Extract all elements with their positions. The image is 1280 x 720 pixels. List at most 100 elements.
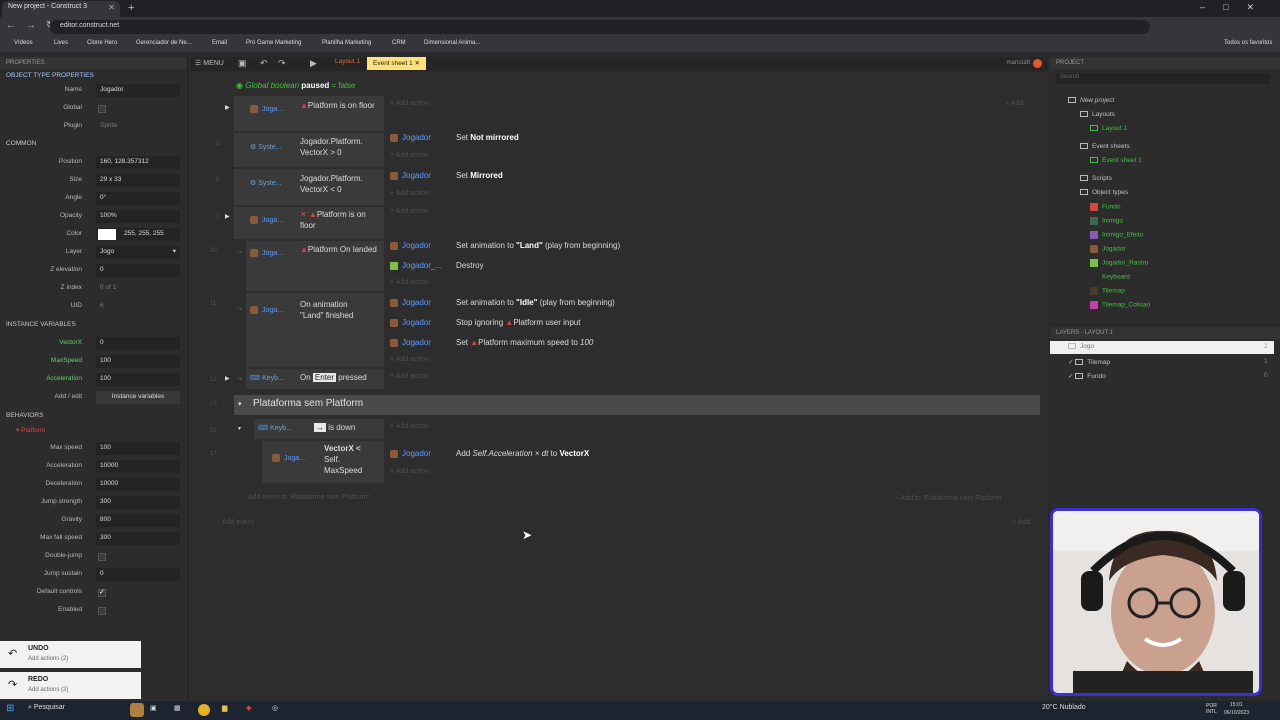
collapse-icon[interactable]: ▾ [238,400,242,408]
instance-variables-button[interactable]: Instance variables [96,391,180,404]
add-action-link[interactable]: + Add action [390,373,429,380]
tree-object[interactable]: Jogador_Rastro [1090,259,1148,267]
tree-root[interactable]: New project [1068,97,1114,104]
user-name[interactable]: marcoaft [1007,60,1030,66]
expand-icon[interactable]: ▶ [225,213,230,220]
bookmark[interactable]: Clone Hero [87,40,117,46]
action-text[interactable]: Set ▲Platform maximum speed to 100 [456,338,593,347]
action-text[interactable]: Destroy [456,261,484,270]
add-action-link[interactable]: + Add action [390,100,429,107]
expand-icon[interactable]: ▶ [225,104,230,111]
layer-select[interactable]: Jogo ▾ [96,246,180,259]
window-controls[interactable]: –□✕ [1200,2,1272,13]
redo-icon[interactable]: ↷ [278,58,286,69]
event-condition[interactable]: ⚙ Syste... Jogador.Platform. VectorX > 0 [234,133,384,167]
add-event-to-group-link[interactable]: Add event to 'Plataforma sem Platform' [248,494,369,501]
section-behaviors[interactable]: BEHAVIORS [0,409,43,423]
action[interactable]: Jogador [390,171,431,180]
default-controls-checkbox[interactable]: ✓ [98,589,106,597]
ms-field[interactable]: 100 [96,355,180,368]
add-event-link[interactable]: Add event [222,519,254,526]
layer-row[interactable]: ✓ Tilemap [1068,358,1110,366]
section-object-type[interactable]: OBJECT TYPE PROPERTIES [0,69,187,83]
color-swatch[interactable] [98,229,116,240]
clock-time[interactable]: 15:01 [1230,702,1243,708]
bookmark[interactable]: Dimensional Anima... [424,40,480,46]
global-checkbox[interactable] [98,105,106,113]
action-text[interactable]: Set animation to "Land" (play from begin… [456,241,620,250]
menu-button[interactable]: ☰ MENU [195,59,224,67]
action-text[interactable]: Stop ignoring ▲Platform user input [456,318,580,327]
color-field[interactable]: 255, 255, 255 [96,228,180,241]
bookmark[interactable]: Vídeos [14,40,33,46]
bdec-field[interactable]: 10000 [96,478,180,491]
bookmark[interactable]: Lives [54,40,68,46]
position-field[interactable]: 160, 128.357312 [96,156,180,169]
action[interactable]: Jogador [390,298,431,307]
tree-layouts[interactable]: Layouts [1080,111,1115,118]
angle-field[interactable]: 0° [96,192,180,205]
app-icon[interactable]: ◎ [272,704,278,712]
section-common[interactable]: COMMON [0,137,36,151]
double-jump-checkbox[interactable] [98,553,106,561]
bookmark[interactable]: Email [212,40,227,46]
event-condition[interactable]: ⚙ Syste... Jogador.Platform. VectorX < 0 [234,169,384,205]
taskbar-search[interactable]: ⌕ Pesquisar [28,704,65,712]
tree-object[interactable]: Inimigo_Efeito [1090,231,1143,239]
undo-toast[interactable]: ↶ UNDO Add actions (2) [0,641,141,668]
event-condition[interactable]: Joga... On animation "Land" finished [246,293,384,367]
action[interactable]: Jogador_... [390,261,442,270]
bfall-field[interactable]: 300 [96,532,180,545]
expand-icon[interactable]: ▶ [225,375,230,382]
global-variable[interactable]: ◉ Global boolean paused = false [236,81,355,90]
folder-icon[interactable]: ▆ [222,704,227,712]
action[interactable]: Jogador [390,133,431,142]
add-link[interactable]: + Add [1005,100,1023,107]
event-condition[interactable]: Joga... ▲Platform On landed [246,241,384,291]
action[interactable]: Jogador [390,338,431,347]
action-text[interactable]: Add Self.Acceleration × dt to VectorX [456,449,589,458]
event-group[interactable]: ▾ Plataforma sem Platform [234,395,1040,415]
tree-eventsheets[interactable]: Event sheets [1080,143,1130,150]
tree-layout1[interactable]: Layout 1 [1090,125,1127,132]
add-action-link[interactable]: + Add action [390,190,429,197]
app-icon[interactable]: ▦ [174,704,181,712]
app-icon[interactable]: ◆ [246,704,251,712]
chrome-icon[interactable] [198,704,210,716]
app-icon[interactable] [130,703,144,717]
bookmark[interactable]: Planilha Marketing [322,40,371,46]
weather[interactable]: 20°C Nublado [1042,704,1086,711]
action-text[interactable]: Set Mirrored [456,171,503,180]
browser-tab[interactable]: New project - Construct 3 ✕ [2,1,120,17]
clock-date[interactable]: 06/10/2023 [1224,710,1249,716]
undo-icon[interactable]: ↶ [260,58,268,69]
tree-object[interactable]: Keyboard [1090,273,1130,281]
vx-field[interactable]: 0 [96,337,180,350]
event-condition[interactable]: Joga... ✕ ▲Platform is on floor [234,207,384,239]
play-icon[interactable]: ▶ [310,58,317,69]
close-tab-icon[interactable]: ✕ [108,3,115,12]
add-link[interactable]: + Add [1012,519,1030,526]
new-tab-icon[interactable]: + [128,2,134,14]
tree-object[interactable]: Fundo [1090,203,1120,211]
collapse-icon[interactable]: ▾ [238,425,241,432]
bookmark[interactable]: Gerenciador de Ne... [136,40,192,46]
zelev-field[interactable]: 0 [96,264,180,277]
platform-behavior-label[interactable]: ▾ Platform [16,426,45,434]
action[interactable]: Jogador [390,241,431,250]
add-action-link[interactable]: + Add action [390,208,429,215]
tab-layout[interactable]: Layout 1 [335,58,360,65]
layer-row[interactable]: ✓ Fundo [1068,372,1106,380]
event-condition[interactable]: ⌨ Keyb... → is down [254,419,384,439]
enabled-checkbox[interactable] [98,607,106,615]
add-action-link[interactable]: + Add action [390,468,429,475]
tree-object[interactable]: Tilemap [1090,287,1125,295]
add-action-link[interactable]: + Add action [390,279,429,286]
tree-object[interactable]: Inimigo [1090,217,1123,225]
event-condition[interactable]: ⌨ Keyb... On Enter pressed [246,369,384,389]
bacc-field[interactable]: 10000 [96,460,180,473]
bmax-field[interactable]: 100 [96,442,180,455]
tree-object[interactable]: Tilemap_Colisao [1090,301,1150,309]
tree-object[interactable]: Jogador [1090,245,1126,253]
avatar[interactable] [1033,59,1042,68]
